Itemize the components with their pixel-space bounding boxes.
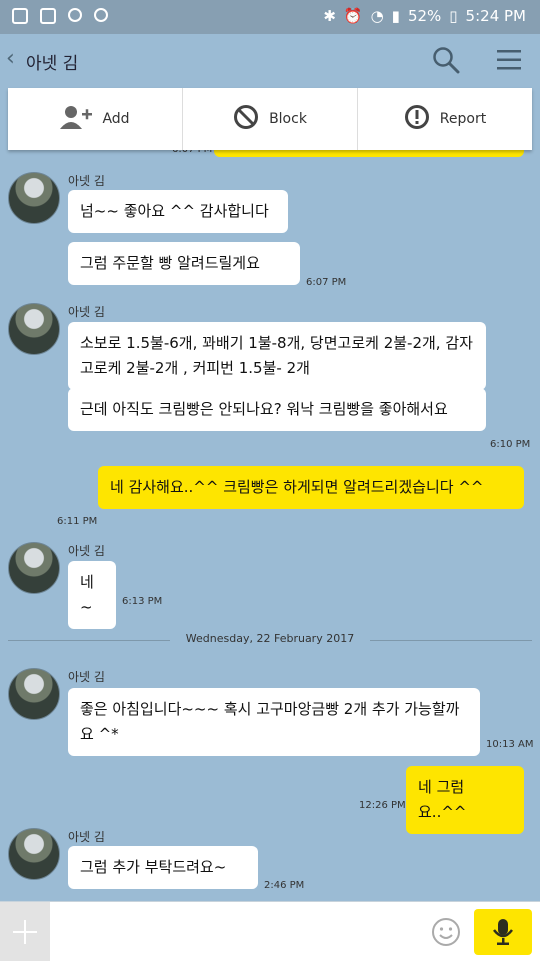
menu-icon[interactable] xyxy=(496,48,522,76)
message-bubble[interactable]: 근데 아직도 크림빵은 안되나요? 워낙 크림빵을 좋아해서요 xyxy=(68,388,486,431)
battery-level: 52% xyxy=(407,7,442,25)
block-button[interactable]: Block xyxy=(183,88,358,150)
wifi-icon: ◔ xyxy=(370,7,384,25)
battery-icon: ▯ xyxy=(449,7,458,25)
sender-name: 아넷 김 xyxy=(68,670,105,684)
alert-circle-icon xyxy=(404,104,430,134)
bluetooth-icon: ✱ xyxy=(323,7,336,25)
sync-icon xyxy=(68,8,82,22)
message-bubble[interactable]: 소보로 1.5불-6개, 꽈배기 1불-8개, 당면고로케 2불-2개, 감자고… xyxy=(68,322,486,390)
sender-name: 아넷 김 xyxy=(68,544,105,558)
block-icon xyxy=(233,104,259,134)
avatar[interactable] xyxy=(8,172,60,224)
my-message-bubble[interactable]: 네 감사해요..^^ 크림빵은 하게되면 알려드리겠습니다 ^^ xyxy=(98,466,524,509)
report-label: Report xyxy=(439,111,487,127)
avatar[interactable] xyxy=(8,303,60,355)
alarm-icon: ⏰ xyxy=(343,7,363,25)
date-divider-label: Wednesday, 22 February 2017 xyxy=(170,632,370,645)
block-label: Block xyxy=(269,111,307,127)
avatar[interactable] xyxy=(8,542,60,594)
mic-button[interactable] xyxy=(474,909,532,955)
microphone-icon xyxy=(493,919,513,945)
status-bar: ✱ ⏰ ◔ ▮ 52% ▯ 5:24 PM xyxy=(0,0,540,34)
emoji-icon[interactable] xyxy=(431,917,461,951)
sender-name: 아넷 김 xyxy=(68,174,105,188)
message-time: 6:10 PM xyxy=(490,439,531,450)
clock: 5:24 PM xyxy=(465,7,526,25)
message-time: 10:13 AM xyxy=(486,739,534,750)
chat-title: 아넷 김 xyxy=(26,54,79,74)
sender-name: 아넷 김 xyxy=(68,830,105,844)
message-time: 6:11 PM xyxy=(57,516,98,527)
accessibility-icon xyxy=(94,8,108,22)
plus-icon xyxy=(13,919,37,944)
my-message-bubble[interactable]: 네 그럼요..^^ xyxy=(406,766,524,834)
image-icon xyxy=(40,8,56,24)
message-time: 6:07 PM xyxy=(306,277,347,288)
message-bubble[interactable]: 넘~~ 좋아요 ^^ 감사합니다 xyxy=(68,190,288,233)
message-time: 6:13 PM xyxy=(122,596,163,607)
sender-name: 아넷 김 xyxy=(68,305,105,319)
stranger-action-bar: Add Block Report xyxy=(8,88,532,150)
chat-header: ‹ 아넷 김 xyxy=(0,34,540,88)
message-bubble[interactable]: 그럼 추가 부탁드려요~ xyxy=(68,846,258,889)
avatar[interactable] xyxy=(8,668,60,720)
gallery-icon xyxy=(12,8,28,24)
signal-icon: ▮ xyxy=(391,7,400,25)
message-time: 2:46 PM xyxy=(264,880,305,891)
message-bubble[interactable]: 좋은 아침입니다~~~ 혹시 고구마앙금빵 2개 추가 가능할까요 ^* xyxy=(68,688,480,756)
chevron-left-icon[interactable]: ‹ xyxy=(6,46,15,71)
message-input[interactable] xyxy=(52,912,426,954)
add-label: Add xyxy=(102,111,130,127)
report-button[interactable]: Report xyxy=(358,88,532,150)
add-button[interactable]: Add xyxy=(8,88,183,150)
message-time: 12:26 PM xyxy=(359,800,406,811)
add-person-icon xyxy=(60,105,93,133)
message-input-bar xyxy=(0,901,540,961)
message-bubble[interactable]: 네~ xyxy=(68,561,116,629)
message-bubble[interactable]: 그럼 주문할 빵 알려드릴게요 xyxy=(68,242,300,285)
search-icon[interactable] xyxy=(432,46,460,78)
attach-button[interactable] xyxy=(0,902,50,961)
avatar[interactable] xyxy=(8,828,60,880)
